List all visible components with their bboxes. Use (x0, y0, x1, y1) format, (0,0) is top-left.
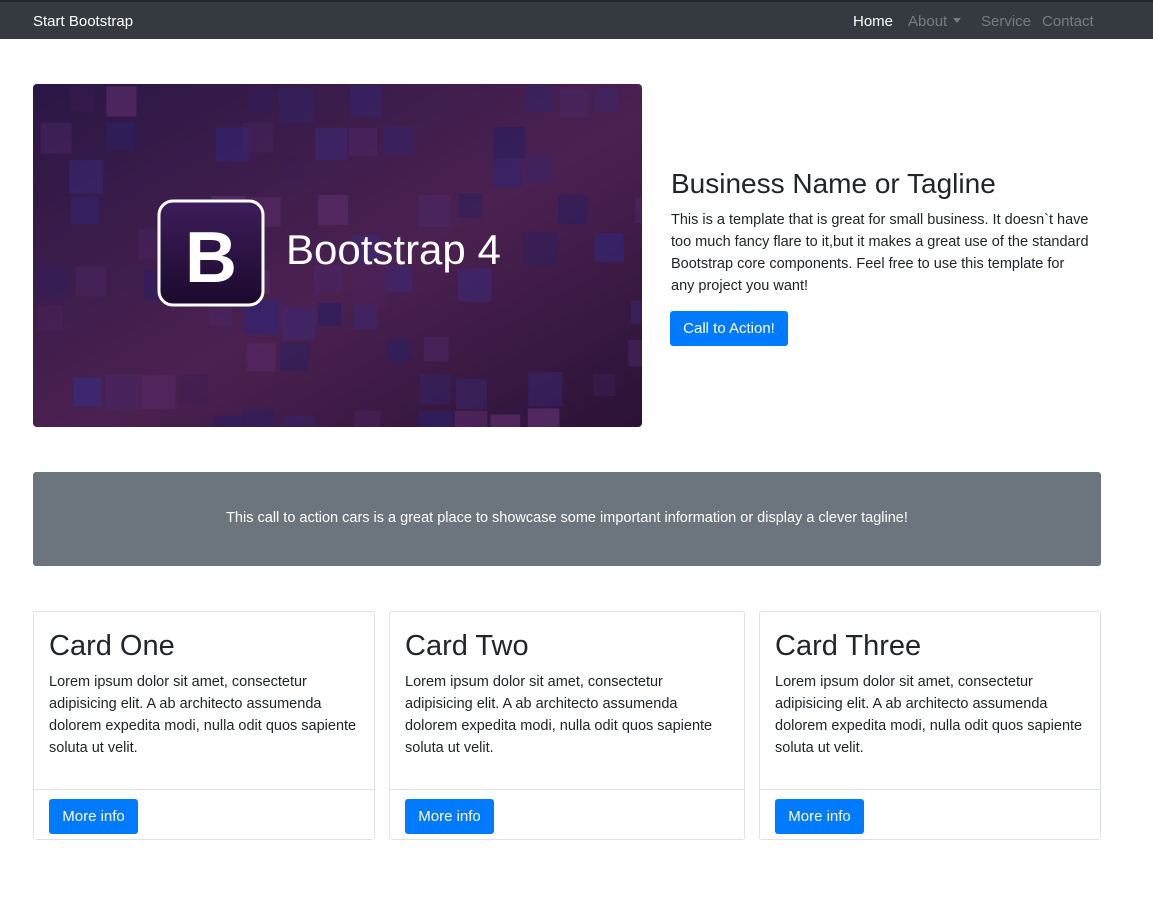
card-text: Lorem ipsum dolor sit amet, consectetur … (775, 674, 1083, 756)
nav-item-contact[interactable]: Contact (1042, 13, 1094, 30)
card-title: Card One (49, 630, 175, 662)
chevron-down-icon (953, 17, 962, 23)
card-text: Lorem ipsum dolor sit amet, consectetur … (49, 674, 357, 756)
card-two: Card Two Lorem ipsum dolor sit amet, con… (389, 611, 745, 840)
card-text: Lorem ipsum dolor sit amet, consectetur … (405, 674, 713, 756)
callout-text: This call to action cars is a great plac… (226, 510, 908, 526)
hero-title: Business Name or Tagline (671, 168, 996, 199)
nav-item-about[interactable]: About (908, 13, 962, 30)
card-title: Card Two (405, 630, 529, 662)
card-footer: More info (760, 789, 1100, 839)
card-footer: More info (34, 789, 374, 839)
card-footer: More info (390, 789, 744, 839)
bootstrap-logo-letter: B (185, 218, 237, 298)
more-info-button[interactable]: More info (775, 799, 864, 834)
navbar-brand[interactable]: Start Bootstrap (33, 13, 133, 30)
navbar: Start Bootstrap Home About Service Conta… (0, 0, 1153, 39)
hero-description: This is a template that is great for sma… (671, 212, 1089, 294)
callout-bar: This call to action cars is a great plac… (33, 472, 1101, 566)
nav-item-service[interactable]: Service (981, 13, 1031, 30)
nav-item-home[interactable]: Home (853, 13, 893, 30)
hero-image-caption: Bootstrap 4 (286, 226, 501, 273)
card-three: Card Three Lorem ipsum dolor sit amet, c… (759, 611, 1101, 840)
more-info-button[interactable]: More info (405, 799, 494, 834)
hero-image: B Bootstrap 4 (33, 84, 642, 427)
nav-item-about-label: About (908, 13, 948, 30)
more-info-button[interactable]: More info (49, 799, 138, 834)
card-one: Card One Lorem ipsum dolor sit amet, con… (33, 611, 375, 840)
call-to-action-button[interactable]: Call to Action! (670, 311, 788, 346)
card-title: Card Three (775, 630, 922, 662)
